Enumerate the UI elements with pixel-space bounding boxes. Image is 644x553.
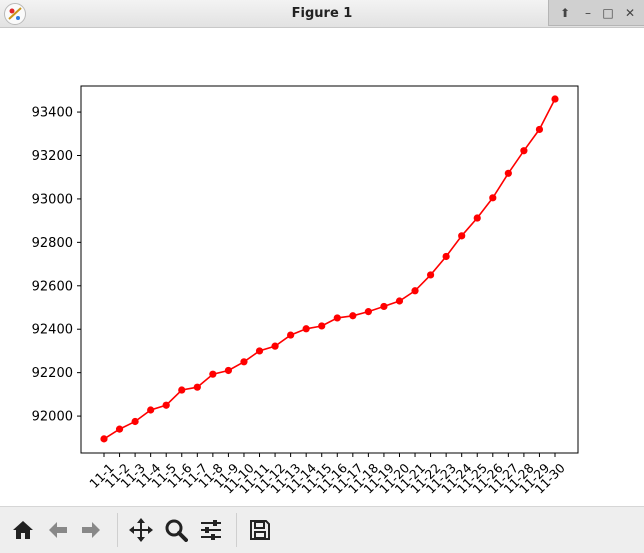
- data-point: [193, 383, 201, 391]
- configure-subplots-icon[interactable]: [196, 515, 226, 545]
- data-point: [147, 406, 155, 414]
- y-tick-label: 92200: [32, 366, 73, 381]
- data-point: [535, 125, 544, 134]
- plot-area: [80, 85, 579, 454]
- toolbar-separator: [117, 513, 118, 547]
- data-point: [520, 147, 528, 155]
- window-controls: ⬆ – □ ✕: [548, 0, 644, 26]
- data-point: [100, 435, 108, 443]
- data-point: [271, 342, 279, 350]
- data-point: [115, 425, 124, 433]
- data-point: [162, 401, 170, 409]
- y-tick-label: 93400: [32, 106, 73, 121]
- y-tick-label: 93000: [32, 192, 73, 207]
- forward-icon[interactable]: [76, 515, 106, 545]
- title-bar: Figure 1 ⬆ – □ ✕: [0, 0, 644, 28]
- home-icon[interactable]: [8, 515, 38, 545]
- y-tick-label: 92600: [32, 279, 73, 294]
- data-point: [240, 358, 248, 366]
- line-chart: 92000 92200 92400 92600 92800 93000 93200 93400…: [32, 85, 579, 497]
- zoom-icon[interactable]: [161, 515, 191, 545]
- data-point: [178, 386, 186, 394]
- y-tick-label: 92000: [32, 410, 73, 425]
- minimize-icon[interactable]: –: [580, 5, 596, 21]
- data-point: [318, 322, 326, 330]
- data-point: [333, 314, 341, 322]
- data-point: [131, 417, 139, 426]
- maximize-icon[interactable]: □: [600, 5, 616, 21]
- navigation-toolbar: [0, 506, 644, 553]
- data-point: [442, 252, 450, 261]
- pan-icon[interactable]: [126, 515, 156, 545]
- data-point: [395, 297, 404, 305]
- data-point: [349, 312, 357, 320]
- data-point: [504, 169, 512, 177]
- y-tick-label: 92800: [32, 236, 73, 251]
- data-point: [209, 370, 217, 378]
- data-point: [255, 347, 264, 355]
- save-icon[interactable]: [245, 515, 275, 545]
- y-tick-label: 92400: [32, 323, 73, 338]
- data-point: [364, 308, 372, 316]
- data-point: [551, 95, 559, 103]
- keep-above-icon[interactable]: ⬆: [557, 5, 573, 21]
- data-point: [458, 232, 466, 240]
- figure-canvas: 92000 92200 92400 92600 92800 93000 93200 93400…: [0, 28, 644, 506]
- data-point: [224, 366, 233, 375]
- data-point: [411, 287, 419, 295]
- data-point: [489, 194, 497, 202]
- data-point: [380, 302, 388, 311]
- y-tick-label: 93200: [32, 149, 73, 164]
- toolbar-separator: [236, 513, 237, 547]
- data-point: [287, 331, 295, 339]
- back-icon[interactable]: [43, 515, 73, 545]
- data-point: [302, 325, 310, 333]
- close-icon[interactable]: ✕: [622, 5, 638, 21]
- data-point: [426, 271, 435, 279]
- data-point: [473, 214, 481, 222]
